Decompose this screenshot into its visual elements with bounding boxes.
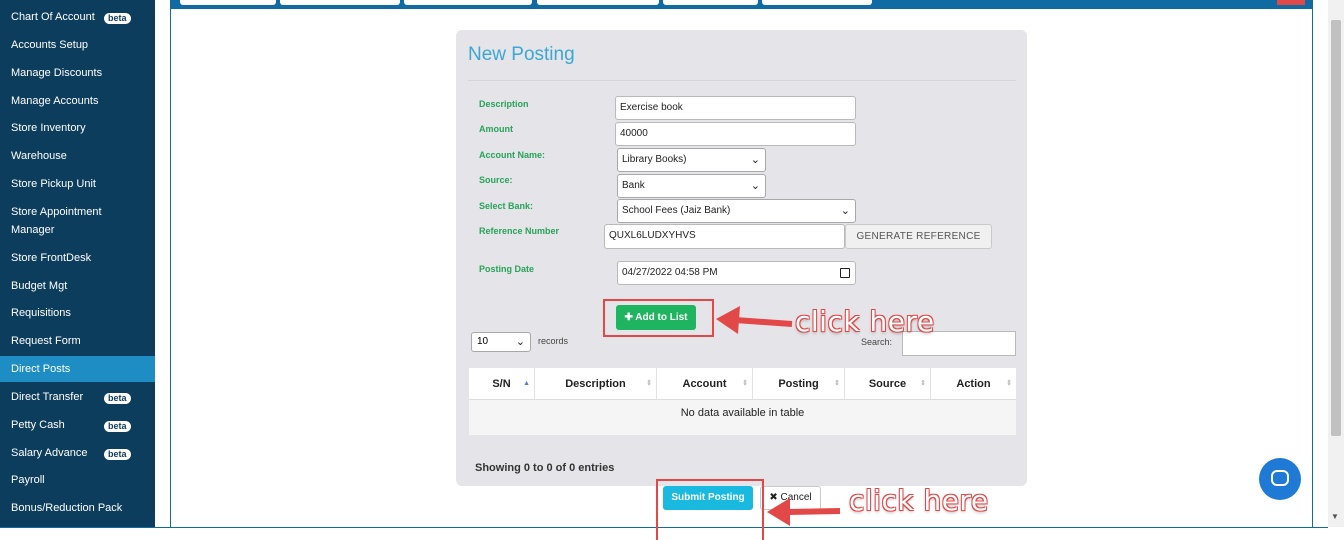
- chat-icon: [1271, 470, 1289, 486]
- chat-button[interactable]: [1259, 458, 1301, 500]
- arrow-submit: [767, 498, 841, 526]
- annotation-text-add: click here: [795, 305, 935, 338]
- annotation-text-submit: click here: [849, 484, 989, 517]
- annotation-arrows: [716, 306, 841, 526]
- arrow-add: [716, 306, 793, 334]
